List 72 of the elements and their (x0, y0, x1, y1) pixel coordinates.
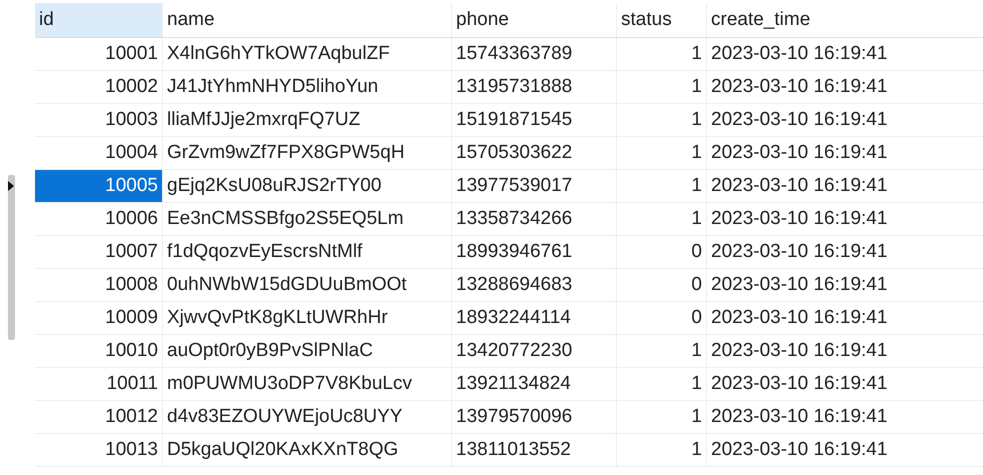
table-cell[interactable]: 0 (617, 269, 707, 301)
table-cell[interactable]: 13921134824 (452, 368, 617, 400)
table-cell[interactable]: 2023-03-10 16:19:41 (707, 269, 983, 301)
column-header[interactable]: id (35, 3, 163, 37)
table-cell[interactable]: 2023-03-10 16:19:41 (707, 71, 983, 103)
table-cell[interactable]: XjwvQvPtK8gKLtUWRhHr (163, 302, 452, 334)
table-cell[interactable]: 18993946761 (452, 236, 617, 268)
table-cell[interactable]: 2023-03-10 16:19:41 (707, 38, 983, 70)
table-cell[interactable]: 13420772230 (452, 335, 617, 367)
table-cell[interactable]: 10013 (35, 434, 163, 466)
table-cell[interactable]: 1 (617, 137, 707, 169)
table-cell[interactable]: 10012 (35, 401, 163, 433)
column-header[interactable]: name (163, 3, 452, 37)
table-cell[interactable]: 10006 (35, 203, 163, 235)
table-cell[interactable]: f1dQqozvEyEscrsNtMlf (163, 236, 452, 268)
table-cell[interactable]: 2023-03-10 16:19:41 (707, 104, 983, 136)
table-cell[interactable]: 2023-03-10 16:19:41 (707, 434, 983, 466)
column-header[interactable]: phone (452, 3, 617, 37)
table-cell[interactable]: 2023-03-10 16:19:41 (707, 302, 983, 334)
table-cell[interactable]: auOpt0r0yB9PvSlPNlaC (163, 335, 452, 367)
column-header[interactable]: create_time (707, 3, 983, 37)
table-cell[interactable]: m0PUWMU3oDP7V8KbuLcv (163, 368, 452, 400)
row-pointer-icon (7, 180, 15, 192)
table-cell[interactable]: 10008 (35, 269, 163, 301)
table-cell[interactable]: 2023-03-10 16:19:41 (707, 137, 983, 169)
table-cell[interactable]: 2023-03-10 16:19:41 (707, 401, 983, 433)
scrollbar[interactable] (8, 175, 15, 340)
table-cell[interactable]: 1 (617, 434, 707, 466)
table-cell[interactable]: 13195731888 (452, 71, 617, 103)
table-cell[interactable]: 1 (617, 38, 707, 70)
table-cell[interactable]: 0uhNWbW15dGDUuBmOOt (163, 269, 452, 301)
table-cell[interactable]: 13811013552 (452, 434, 617, 466)
table-cell[interactable]: 10010 (35, 335, 163, 367)
table-cell[interactable]: X4lnG6hYTkOW7AqbulZF (163, 38, 452, 70)
table-cell[interactable]: 2023-03-10 16:19:41 (707, 170, 983, 202)
table-cell[interactable]: 10005 (35, 170, 163, 202)
table-cell[interactable]: 0 (617, 302, 707, 334)
table-cell[interactable]: 13977539017 (452, 170, 617, 202)
table-cell[interactable]: 0 (617, 236, 707, 268)
column-header[interactable]: status (617, 3, 707, 37)
table-cell[interactable]: 10009 (35, 302, 163, 334)
table-cell[interactable]: 15743363789 (452, 38, 617, 70)
table-cell[interactable]: 2023-03-10 16:19:41 (707, 368, 983, 400)
table-cell[interactable]: J41JtYhmNHYD5lihoYun (163, 71, 452, 103)
table-cell[interactable]: 2023-03-10 16:19:41 (707, 335, 983, 367)
table-cell[interactable]: 18932244114 (452, 302, 617, 334)
table-cell[interactable]: 10007 (35, 236, 163, 268)
table-cell[interactable]: 10002 (35, 71, 163, 103)
table-cell[interactable]: 1 (617, 368, 707, 400)
table-cell[interactable]: 10003 (35, 104, 163, 136)
table-cell[interactable]: 10001 (35, 38, 163, 70)
table-cell[interactable]: 15705303622 (452, 137, 617, 169)
table-cell[interactable]: 2023-03-10 16:19:41 (707, 203, 983, 235)
table-cell[interactable]: 1 (617, 104, 707, 136)
table-cell[interactable]: 10004 (35, 137, 163, 169)
table-cell[interactable]: Ee3nCMSSBfgo2S5EQ5Lm (163, 203, 452, 235)
table-cell[interactable]: 2023-03-10 16:19:41 (707, 236, 983, 268)
table-cell[interactable]: lliaMfJJje2mxrqFQ7UZ (163, 104, 452, 136)
table-cell[interactable]: 1 (617, 401, 707, 433)
table-cell[interactable]: 1 (617, 170, 707, 202)
table-cell[interactable]: 1 (617, 335, 707, 367)
table-cell[interactable]: D5kgaUQl20KAxKXnT8QG (163, 434, 452, 466)
table-cell[interactable]: gEjq2KsU08uRJS2rTY00 (163, 170, 452, 202)
table-cell[interactable]: 15191871545 (452, 104, 617, 136)
table-cell[interactable]: d4v83EZOUYWEjoUc8UYY (163, 401, 452, 433)
table-cell[interactable]: 10011 (35, 368, 163, 400)
table-cell[interactable]: GrZvm9wZf7FPX8GPW5qH (163, 137, 452, 169)
table-cell[interactable]: 13979570096 (452, 401, 617, 433)
table-cell[interactable]: 1 (617, 71, 707, 103)
table-cell[interactable]: 13288694683 (452, 269, 617, 301)
table-cell[interactable]: 1 (617, 203, 707, 235)
table-cell[interactable]: 13358734266 (452, 203, 617, 235)
